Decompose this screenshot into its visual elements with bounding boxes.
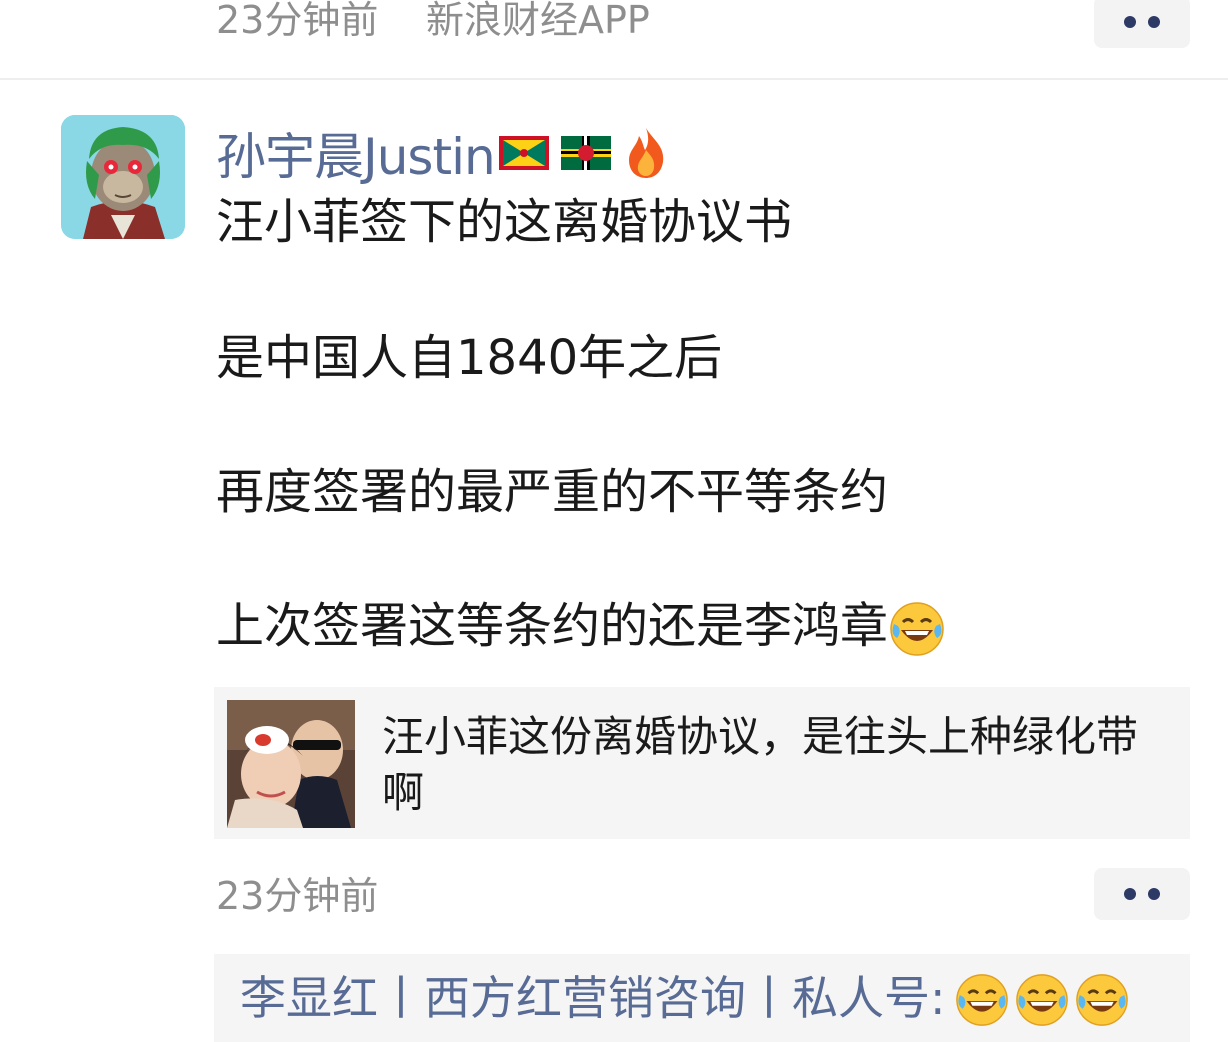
post-author[interactable]: 孙宇晨Justin	[216, 120, 669, 186]
avatar[interactable]	[61, 115, 185, 239]
couple-photo-icon	[227, 700, 355, 828]
laughing-tears-emoji	[956, 974, 1008, 1026]
post-text-line: 上次签署这等条约的还是李鸿章	[216, 598, 889, 654]
post-author-name: 孙宇晨Justin	[216, 128, 496, 186]
post-text-line: 是中国人自1840年之后	[216, 330, 723, 386]
more-dot-icon	[1124, 888, 1136, 900]
more-dot-icon	[1124, 16, 1136, 28]
post-text-line-last: 上次签署这等条约的还是李鸿章	[216, 596, 946, 658]
post-more-button[interactable]	[1094, 868, 1190, 920]
more-dot-icon	[1148, 16, 1160, 28]
fire-icon	[628, 128, 663, 178]
previous-post-time: 23分钟前	[216, 0, 379, 42]
like-comment-area: 李显红丨西方红营销咨询丨私人号:	[214, 954, 1190, 1042]
previous-post-source[interactable]: 新浪财经APP	[426, 0, 650, 42]
more-dot-icon	[1148, 888, 1160, 900]
ape-avatar-icon	[61, 115, 185, 239]
post-time: 23分钟前	[216, 874, 379, 918]
laughing-tears-emoji	[1076, 974, 1128, 1026]
grenada-flag-icon	[498, 136, 549, 170]
previous-post-footer: 23分钟前 新浪财经APP	[0, 0, 1228, 80]
comment-emoji-group	[954, 972, 1130, 1028]
quoted-article-title: 汪小菲这份离婚协议，是往头上种绿化带啊	[382, 712, 1139, 817]
dominica-flag-icon	[560, 136, 611, 170]
quoted-article-thumbnail	[227, 700, 355, 828]
commenter-name[interactable]: 李显红丨西方红营销咨询丨私人号:	[240, 970, 946, 1026]
laughing-tears-emoji	[1016, 974, 1068, 1026]
post-text-line: 再度签署的最严重的不平等条约	[216, 464, 889, 520]
laughing-tears-emoji	[890, 602, 944, 656]
moments-feed: 23分钟前 新浪财经APP 孙宇晨Justin 汪小菲签下的这离婚协议书 是中国…	[0, 0, 1228, 1042]
quoted-article-card[interactable]: 汪小菲这份离婚协议，是往头上种绿化带啊	[214, 687, 1190, 839]
previous-post-more-button[interactable]	[1094, 0, 1190, 48]
post-text-line: 汪小菲签下的这离婚协议书	[216, 194, 793, 250]
